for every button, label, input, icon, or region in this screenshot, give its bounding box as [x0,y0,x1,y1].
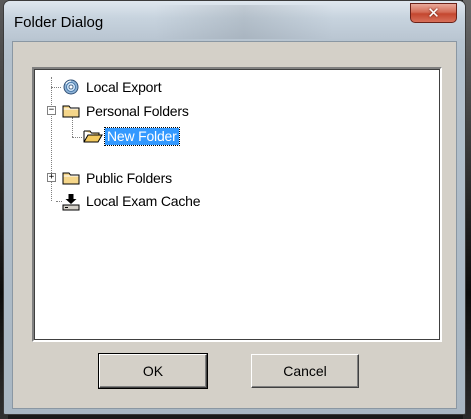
tree-connector-child [72,117,73,137]
close-icon: ✕ [427,4,440,22]
dialog-body: − + Local Export Personal Folders New Fo… [12,41,457,409]
folder-tree[interactable]: − + Local Export Personal Folders New Fo… [32,67,442,342]
tree-connector-root [51,77,52,201]
open-folder-icon [83,128,103,144]
tree-item-label: Local Export [86,78,162,95]
collapse-toggle-personal-folders[interactable]: − [47,106,56,115]
folder-icon [62,170,80,186]
download-drive-icon [62,193,80,211]
window-title: Folder Dialog [14,14,104,31]
title-bar[interactable]: Folder Dialog ✕ [4,1,465,39]
tree-item-personal-folders[interactable]: Personal Folders [62,102,191,120]
tree-item-label: Local Exam Cache [86,192,201,209]
tree-item-local-exam-cache[interactable]: Local Exam Cache [62,192,202,211]
tree-item-label-selected: New Folder [104,126,180,146]
tree-item-public-folders[interactable]: Public Folders [62,169,174,187]
tree-connector [72,137,82,138]
folder-icon [62,103,80,119]
disc-icon [62,79,80,95]
folder-dialog-window: Folder Dialog ✕ − + Local Export Persona… [3,0,466,415]
ok-button[interactable]: OK [98,353,208,389]
cancel-button[interactable]: Cancel [251,354,359,388]
tree-item-new-folder[interactable]: New Folder [83,126,180,146]
tree-item-local-export[interactable]: Local Export [62,78,163,96]
tree-item-label: Public Folders [86,169,172,186]
expand-toggle-public-folders[interactable]: + [47,173,56,182]
close-button[interactable]: ✕ [410,3,457,23]
tree-connector [51,87,61,88]
tree-item-label: Personal Folders [86,102,189,119]
